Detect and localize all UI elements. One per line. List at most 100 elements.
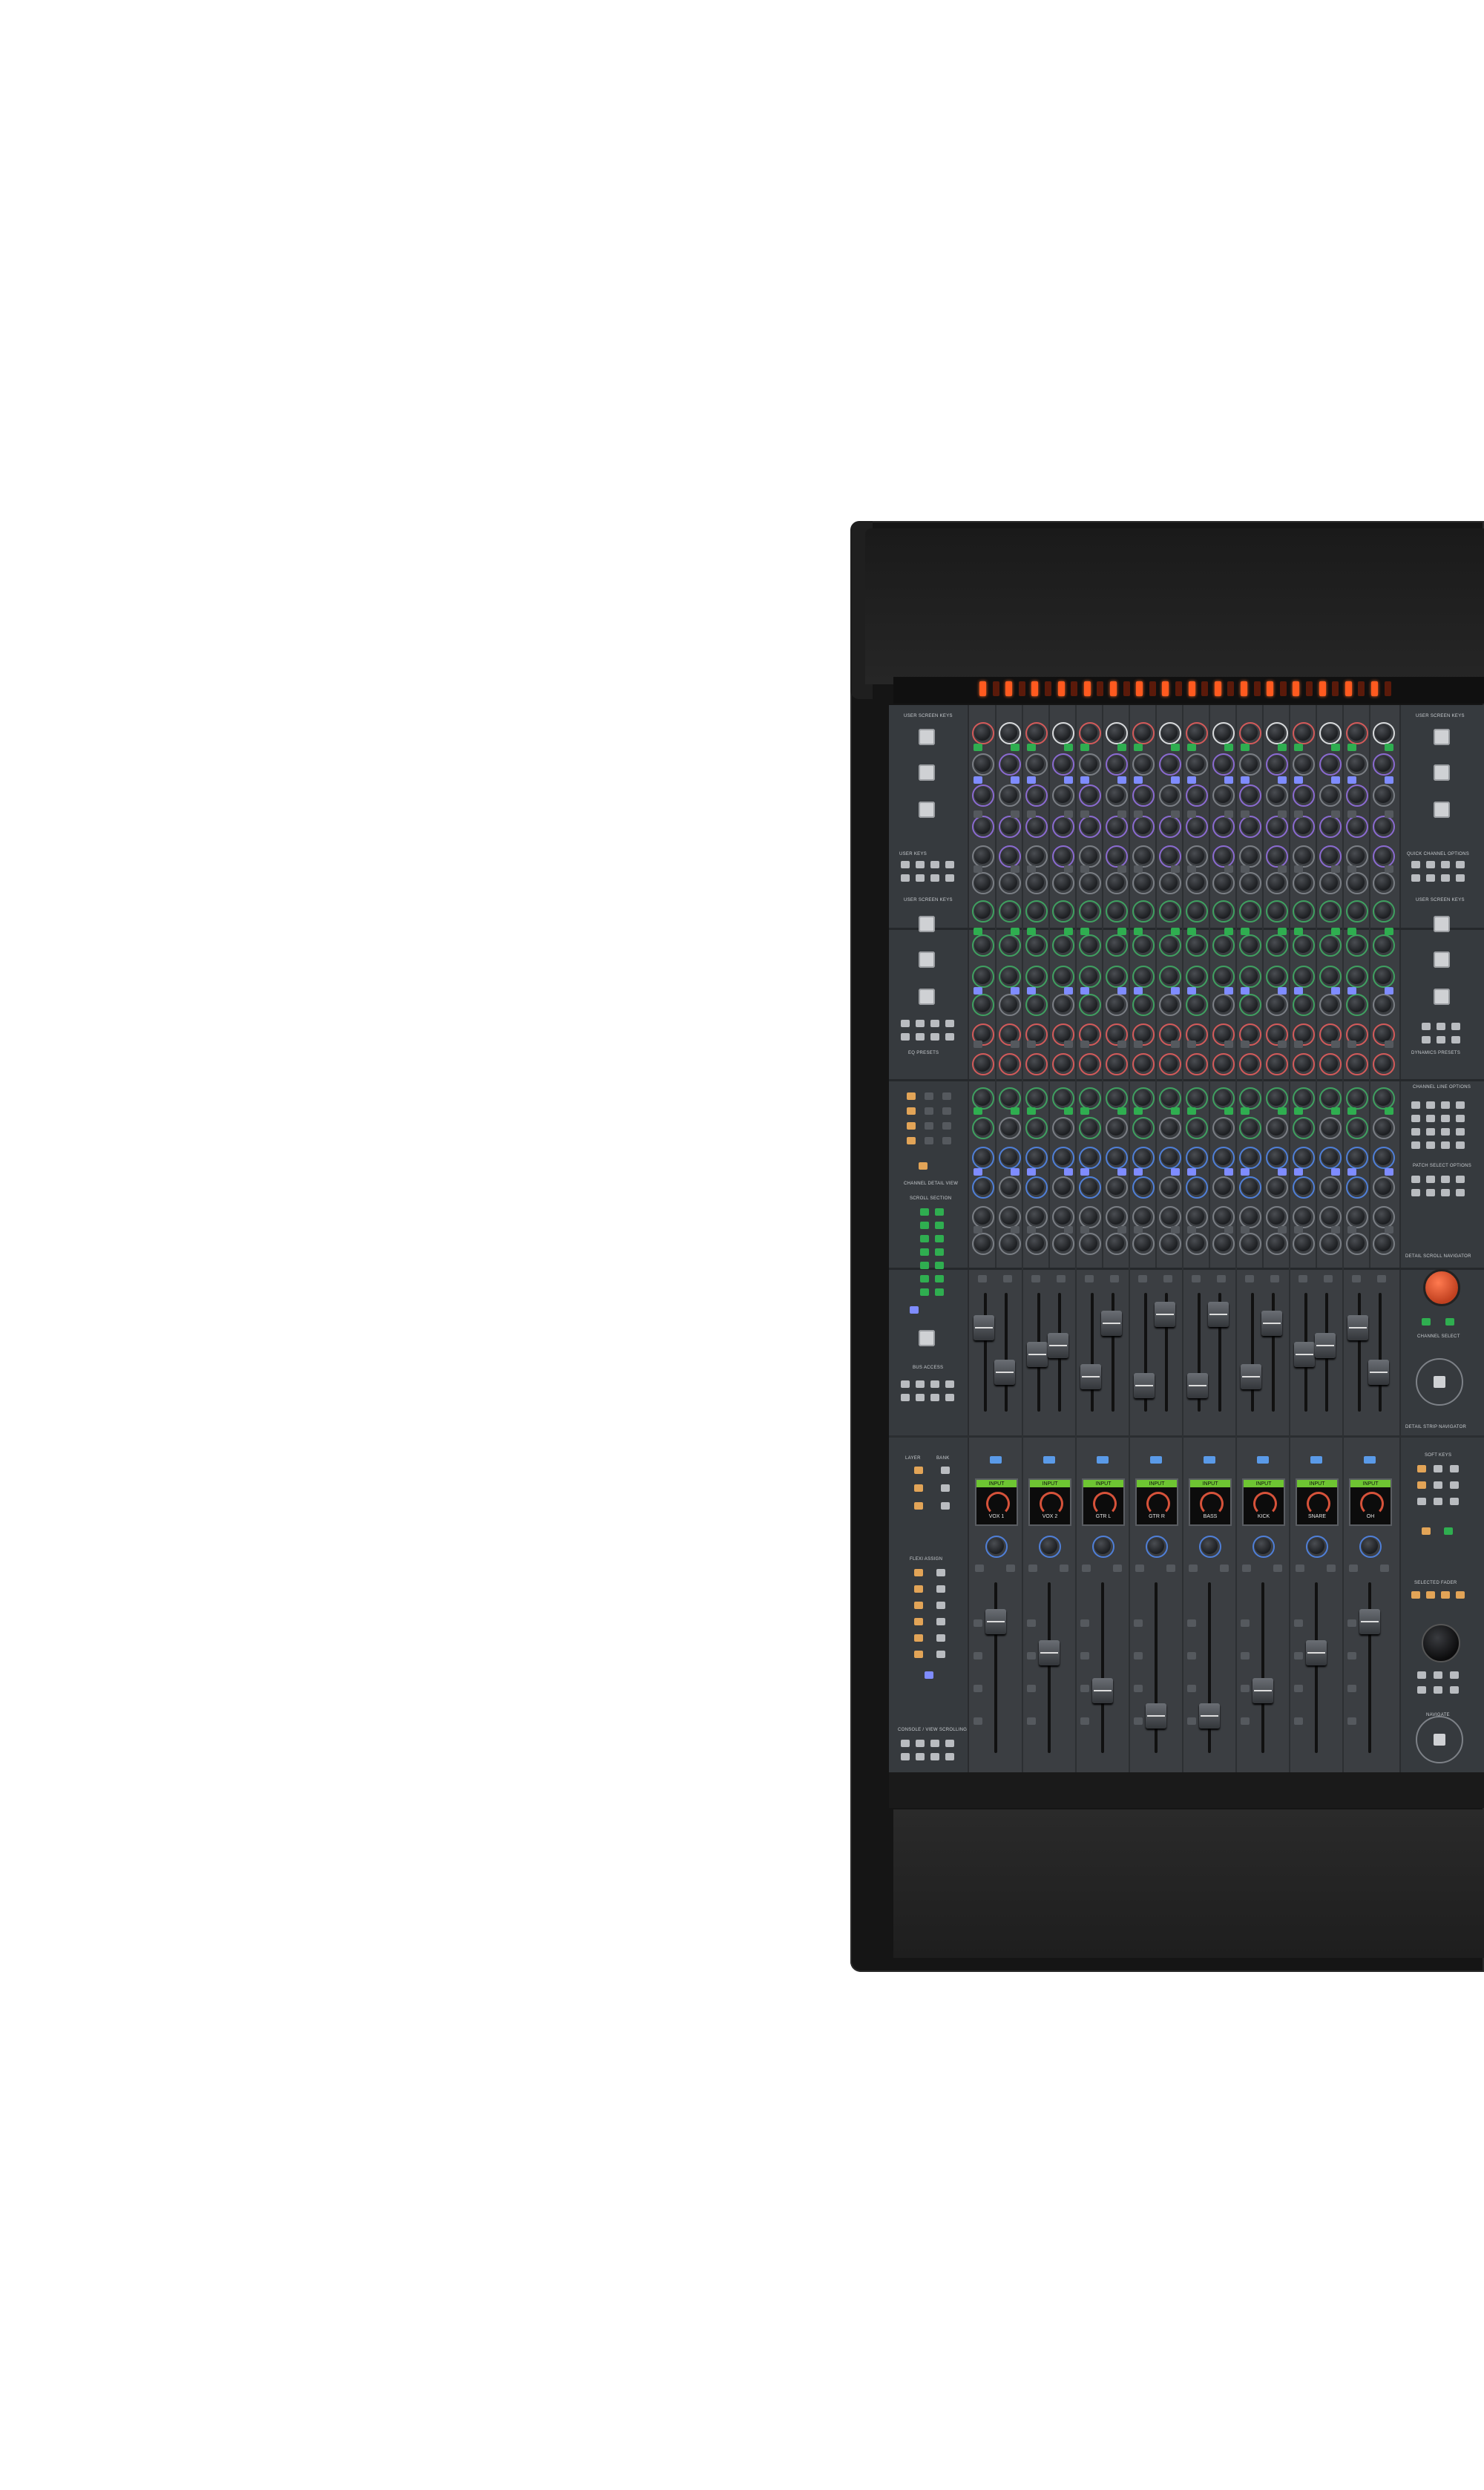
channel-view-key[interactable] (942, 1122, 951, 1130)
strip-switch[interactable] (1294, 987, 1303, 995)
strip-switch[interactable] (1245, 1275, 1254, 1282)
channel-knob[interactable] (1346, 1023, 1368, 1046)
channel-knob[interactable] (1239, 900, 1261, 923)
channel-knob[interactable] (1319, 1023, 1342, 1046)
channel-knob[interactable] (1293, 722, 1315, 744)
strip-switch[interactable] (1080, 1168, 1089, 1176)
channel-knob[interactable] (972, 1176, 994, 1199)
strip-switch[interactable] (1134, 1619, 1143, 1627)
strip-switch[interactable] (1027, 1041, 1036, 1048)
channel-knob[interactable] (1052, 1087, 1074, 1110)
strip-switch[interactable] (1385, 1168, 1393, 1176)
strip-switch[interactable] (1331, 810, 1340, 818)
strip-switch[interactable] (1011, 810, 1020, 818)
strip-switch[interactable] (1278, 1107, 1287, 1115)
channel-knob[interactable] (1025, 845, 1048, 868)
strip-switch[interactable] (1080, 776, 1089, 784)
strip-switch[interactable] (1294, 1652, 1303, 1660)
channel-line-key[interactable] (1411, 1128, 1420, 1136)
quick-channel-key[interactable] (1411, 874, 1420, 882)
channel-knob[interactable] (1159, 1087, 1181, 1110)
strip-switch[interactable] (1006, 1565, 1015, 1572)
channel-knob[interactable] (999, 816, 1021, 838)
channel-knob[interactable] (1373, 1117, 1395, 1139)
channel-fader[interactable] (1146, 1703, 1166, 1729)
user-screen-key[interactable] (919, 916, 935, 932)
channel-fader[interactable] (1080, 1364, 1101, 1389)
strip-switch[interactable] (1117, 865, 1126, 873)
strip-switch[interactable] (1347, 1107, 1356, 1115)
strip-switch[interactable] (1135, 1565, 1144, 1572)
detail-scroll-encoder[interactable] (1423, 1269, 1460, 1306)
quick-channel-key[interactable] (1456, 861, 1465, 868)
user-screen-key[interactable] (1434, 802, 1450, 818)
channel-knob[interactable] (1052, 994, 1074, 1016)
scroll-section-key[interactable] (920, 1222, 929, 1229)
quick-channel-key[interactable] (1426, 861, 1435, 868)
scroll-section-key[interactable] (935, 1262, 944, 1269)
channel-encoder[interactable] (1252, 1536, 1275, 1558)
channel-knob[interactable] (1212, 966, 1235, 988)
strip-switch[interactable] (1294, 1717, 1303, 1725)
strip-switch[interactable] (1347, 928, 1356, 935)
console-view-key[interactable] (901, 1740, 910, 1747)
strip-switch[interactable] (1241, 1107, 1250, 1115)
strip-switch[interactable] (1080, 810, 1089, 818)
console-view-key[interactable] (930, 1753, 939, 1760)
channel-knob[interactable] (1319, 872, 1342, 894)
channel-knob[interactable] (972, 900, 994, 923)
strip-switch[interactable] (1347, 1685, 1356, 1692)
channel-knob[interactable] (999, 872, 1021, 894)
eq-preset-key[interactable] (945, 1020, 954, 1027)
strip-switch[interactable] (1027, 744, 1036, 751)
strip-switch[interactable] (1187, 1685, 1196, 1692)
channel-fader[interactable] (1208, 1302, 1229, 1327)
channel-knob[interactable] (1346, 1117, 1368, 1139)
channel-knob[interactable] (1052, 966, 1074, 988)
channel-knob[interactable] (999, 1176, 1021, 1199)
strip-switch[interactable] (1064, 1168, 1073, 1176)
strip-switch[interactable] (1027, 1717, 1036, 1725)
strip-switch[interactable] (1331, 928, 1340, 935)
bus-access-key[interactable] (945, 1380, 954, 1388)
soft-key[interactable] (1444, 1527, 1453, 1535)
channel-knob[interactable] (1239, 816, 1261, 838)
console-view-key[interactable] (930, 1740, 939, 1747)
channel-encoder[interactable] (1039, 1536, 1061, 1558)
channel-knob[interactable] (1186, 1023, 1208, 1046)
user-screen-key[interactable] (919, 729, 935, 745)
channel-knob[interactable] (1266, 845, 1288, 868)
channel-select-button[interactable] (1204, 1456, 1215, 1464)
strip-switch[interactable] (975, 1565, 984, 1572)
patch-select-key[interactable] (1426, 1189, 1435, 1196)
channel-knob[interactable] (1159, 934, 1181, 957)
channel-knob[interactable] (1373, 816, 1395, 838)
channel-knob[interactable] (1052, 872, 1074, 894)
patch-select-key[interactable] (1456, 1176, 1465, 1183)
channel-knob[interactable] (1346, 1147, 1368, 1169)
flexi-assign-key[interactable] (936, 1602, 945, 1609)
channel-knob[interactable] (1079, 966, 1101, 988)
channel-knob[interactable] (1346, 934, 1368, 957)
channel-detail-key[interactable] (919, 1162, 928, 1170)
strip-switch[interactable] (1113, 1565, 1122, 1572)
channel-view-key[interactable] (907, 1092, 916, 1100)
strip-switch[interactable] (1080, 987, 1089, 995)
channel-knob[interactable] (1212, 1117, 1235, 1139)
channel-knob[interactable] (1079, 1206, 1101, 1228)
strip-switch[interactable] (1294, 1685, 1303, 1692)
strip-switch[interactable] (1331, 1107, 1340, 1115)
flexi-assign-key[interactable] (914, 1602, 923, 1609)
navigate-key[interactable] (1450, 1671, 1459, 1679)
strip-switch[interactable] (1347, 987, 1356, 995)
strip-switch[interactable] (1171, 865, 1180, 873)
channel-knob[interactable] (1212, 1206, 1235, 1228)
channel-knob[interactable] (1266, 784, 1288, 807)
channel-view-key[interactable] (942, 1107, 951, 1115)
strip-switch[interactable] (1347, 810, 1356, 818)
channel-knob[interactable] (1052, 934, 1074, 957)
scroll-section-key[interactable] (935, 1288, 944, 1296)
channel-knob[interactable] (1159, 900, 1181, 923)
channel-knob[interactable] (1319, 900, 1342, 923)
channel-knob[interactable] (1025, 1117, 1048, 1139)
